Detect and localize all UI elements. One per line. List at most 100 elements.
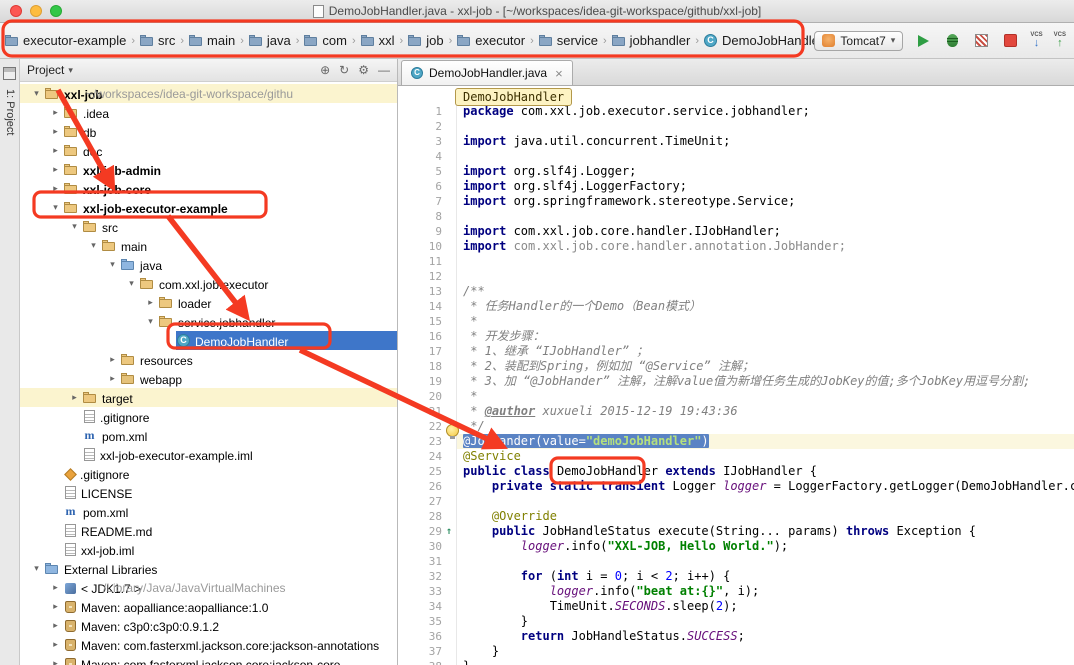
tree-item-maven-aopalliance-aopalliance-1.0[interactable]: ▸Maven: aopalliance:aopalliance:1.0 — [20, 597, 397, 616]
chevron-collapsed-icon[interactable]: ▸ — [49, 145, 62, 156]
run-button[interactable] — [914, 32, 932, 50]
tree-item-demojobhandler[interactable]: CDemoJobHandler — [20, 331, 397, 350]
code-line-15[interactable]: 15 * — [398, 314, 1074, 329]
chevron-expanded-icon[interactable]: ▾ — [87, 240, 100, 251]
minimize-window-button[interactable] — [30, 5, 42, 17]
vcs-commit-button[interactable]: VCS ↑ — [1054, 32, 1066, 49]
code-line-12[interactable]: 12 — [398, 269, 1074, 284]
tree-item-xxl-job-admin[interactable]: ▸xxl-job-admin — [20, 160, 397, 179]
vcs-update-button[interactable]: VCS ↓ — [1030, 32, 1042, 49]
tree-item-xxl-job-executor-example.iml[interactable]: xxl-job-executor-example.iml — [20, 445, 397, 464]
code-line-9[interactable]: 9import com.xxl.job.core.handler.IJobHan… — [398, 224, 1074, 239]
chevron-collapsed-icon[interactable]: ▸ — [49, 126, 62, 137]
tree-item-pom.xml[interactable]: mpom.xml — [20, 426, 397, 445]
chevron-collapsed-icon[interactable]: ▸ — [49, 164, 62, 175]
chevron-collapsed-icon[interactable]: ▸ — [49, 582, 62, 593]
code-line-7[interactable]: 7import org.springframework.stereotype.S… — [398, 194, 1074, 209]
code-line-2[interactable]: 2 — [398, 119, 1074, 134]
chevron-expanded-icon[interactable]: ▾ — [144, 316, 157, 327]
chevron-expanded-icon[interactable]: ▾ — [106, 259, 119, 270]
project-tool-window-button[interactable]: 1: Project — [4, 89, 16, 135]
tree-item-xxl-job.iml[interactable]: xxl-job.iml — [20, 540, 397, 559]
chevron-expanded-icon[interactable]: ▾ — [125, 278, 138, 289]
tree-item-xxl-job-executor-example[interactable]: ▾xxl-job-executor-example — [20, 198, 397, 217]
tree-item-maven-c3p0-c3p0-0.9.1.2[interactable]: ▸Maven: c3p0:c3p0:0.9.1.2 — [20, 616, 397, 635]
code-line-32[interactable]: 32 for (int i = 0; i < 2; i++) { — [398, 569, 1074, 584]
chevron-collapsed-icon[interactable]: ▸ — [49, 658, 62, 665]
code-line-6[interactable]: 6import org.slf4j.LoggerFactory; — [398, 179, 1074, 194]
tree-item-java[interactable]: ▾java — [20, 255, 397, 274]
hide-icon[interactable]: — — [378, 63, 390, 77]
chevron-collapsed-icon[interactable]: ▸ — [106, 354, 119, 365]
tree-item-jdk1.7[interactable]: ▸< JDK1.7 >/Library/Java/JavaVirtualMach… — [20, 578, 397, 597]
code-line-13[interactable]: 13/** — [398, 284, 1074, 299]
tree-item-pom.xml[interactable]: mpom.xml — [20, 502, 397, 521]
tree-item-resources[interactable]: ▸resources — [20, 350, 397, 369]
code-line-33[interactable]: 33 logger.info("beat at:{}", i); — [398, 584, 1074, 599]
chevron-collapsed-icon[interactable]: ▸ — [49, 620, 62, 631]
code-line-25[interactable]: 25public class DemoJobHandler extends IJ… — [398, 464, 1074, 479]
code-line-1[interactable]: 1package com.xxl.job.executor.service.jo… — [398, 104, 1074, 119]
tree-item-com.xxl.job.executor[interactable]: ▾com.xxl.job.executor — [20, 274, 397, 293]
code-line-37[interactable]: 37 } — [398, 644, 1074, 659]
chevron-collapsed-icon[interactable]: ▸ — [49, 639, 62, 650]
tree-item-main[interactable]: ▾main — [20, 236, 397, 255]
code-line-26[interactable]: 26 private static transient Logger logge… — [398, 479, 1074, 494]
code-line-28[interactable]: 28 @Override — [398, 509, 1074, 524]
chevron-expanded-icon[interactable]: ▾ — [30, 563, 43, 574]
breadcrumb-item-java[interactable]: java — [246, 31, 294, 50]
code-line-5[interactable]: 5import org.slf4j.Logger; — [398, 164, 1074, 179]
tree-item-target[interactable]: ▸target — [20, 388, 397, 407]
breadcrumb-item-src[interactable]: src — [137, 31, 178, 50]
code-line-14[interactable]: 14 * 任务Handler的一个Demo（Bean模式） — [398, 299, 1074, 314]
tree-item-xxl-job[interactable]: ▾xxl-job~/workspaces/idea-git-workspace/… — [20, 84, 397, 103]
coverage-button[interactable] — [972, 32, 990, 50]
stop-button[interactable] — [1001, 32, 1019, 50]
code-line-18[interactable]: 18 * 2、装配到Spring，例如加 “@Service” 注解； — [398, 359, 1074, 374]
code-line-29[interactable]: 29↑ public JobHandleStatus execute(Strin… — [398, 524, 1074, 539]
tree-item-license[interactable]: LICENSE — [20, 483, 397, 502]
chevron-down-icon[interactable]: ▾ — [68, 65, 73, 76]
breadcrumb-item-service[interactable]: service — [536, 31, 601, 50]
chevron-collapsed-icon[interactable]: ▸ — [49, 107, 62, 118]
tree-item-external-libraries[interactable]: ▾External Libraries — [20, 559, 397, 578]
intention-bulb-icon[interactable] — [446, 424, 459, 437]
chevron-collapsed-icon[interactable]: ▸ — [49, 183, 62, 194]
breadcrumb-item-jobhandler[interactable]: jobhandler — [609, 31, 694, 50]
tree-item-service.jobhandler[interactable]: ▾service.jobhandler — [20, 312, 397, 331]
breadcrumb-item-executor-example[interactable]: executor-example — [2, 31, 129, 50]
zoom-window-button[interactable] — [50, 5, 62, 17]
code-line-31[interactable]: 31 — [398, 554, 1074, 569]
tree-item-db[interactable]: ▸db — [20, 122, 397, 141]
locate-icon[interactable]: ⊕ — [320, 63, 330, 77]
code-line-22[interactable]: 22 */ — [398, 419, 1074, 434]
breadcrumb-item-job[interactable]: job — [405, 31, 446, 50]
sync-icon[interactable]: ↻ — [339, 63, 349, 77]
override-marker-icon[interactable]: ↑ — [442, 524, 456, 539]
debug-button[interactable] — [943, 32, 961, 50]
breadcrumb-item-executor[interactable]: executor — [454, 31, 528, 50]
chevron-collapsed-icon[interactable]: ▸ — [68, 392, 81, 403]
project-tool-window-icon[interactable] — [3, 67, 16, 80]
code-line-35[interactable]: 35 } — [398, 614, 1074, 629]
tree-item-src[interactable]: ▾src — [20, 217, 397, 236]
editor-tab-demojobhandler[interactable]: C DemoJobHandler.java × — [401, 60, 573, 85]
chevron-collapsed-icon[interactable]: ▸ — [144, 297, 157, 308]
code-line-4[interactable]: 4 — [398, 149, 1074, 164]
chevron-expanded-icon[interactable]: ▾ — [68, 221, 81, 232]
code-line-38[interactable]: 38} — [398, 659, 1074, 665]
code-line-10[interactable]: 10import com.xxl.job.core.handler.annota… — [398, 239, 1074, 254]
breadcrumb-item-demojobhandler[interactable]: CDemoJobHandler — [701, 31, 814, 50]
chevron-collapsed-icon[interactable]: ▸ — [49, 601, 62, 612]
gear-icon[interactable]: ⚙ — [358, 63, 369, 77]
breadcrumb-item-main[interactable]: main — [186, 31, 238, 50]
code-line-16[interactable]: 16 * 开发步骤： — [398, 329, 1074, 344]
code-line-11[interactable]: 11 — [398, 254, 1074, 269]
code-line-19[interactable]: 19 * 3、加 “@JobHander” 注解，注解value值为新增任务生成… — [398, 374, 1074, 389]
code-line-30[interactable]: 30 logger.info("XXL-JOB, Hello World."); — [398, 539, 1074, 554]
tree-item-.idea[interactable]: ▸.idea — [20, 103, 397, 122]
breadcrumb-item-xxl[interactable]: xxl — [358, 31, 398, 50]
tree-item-maven-com.fasterxml.jackson.core-jackson-annotations[interactable]: ▸Maven: com.fasterxml.jackson.core:jacks… — [20, 635, 397, 654]
tree-item-xxl-job-core[interactable]: ▸xxl-job-core — [20, 179, 397, 198]
code-line-24[interactable]: 24@Service — [398, 449, 1074, 464]
